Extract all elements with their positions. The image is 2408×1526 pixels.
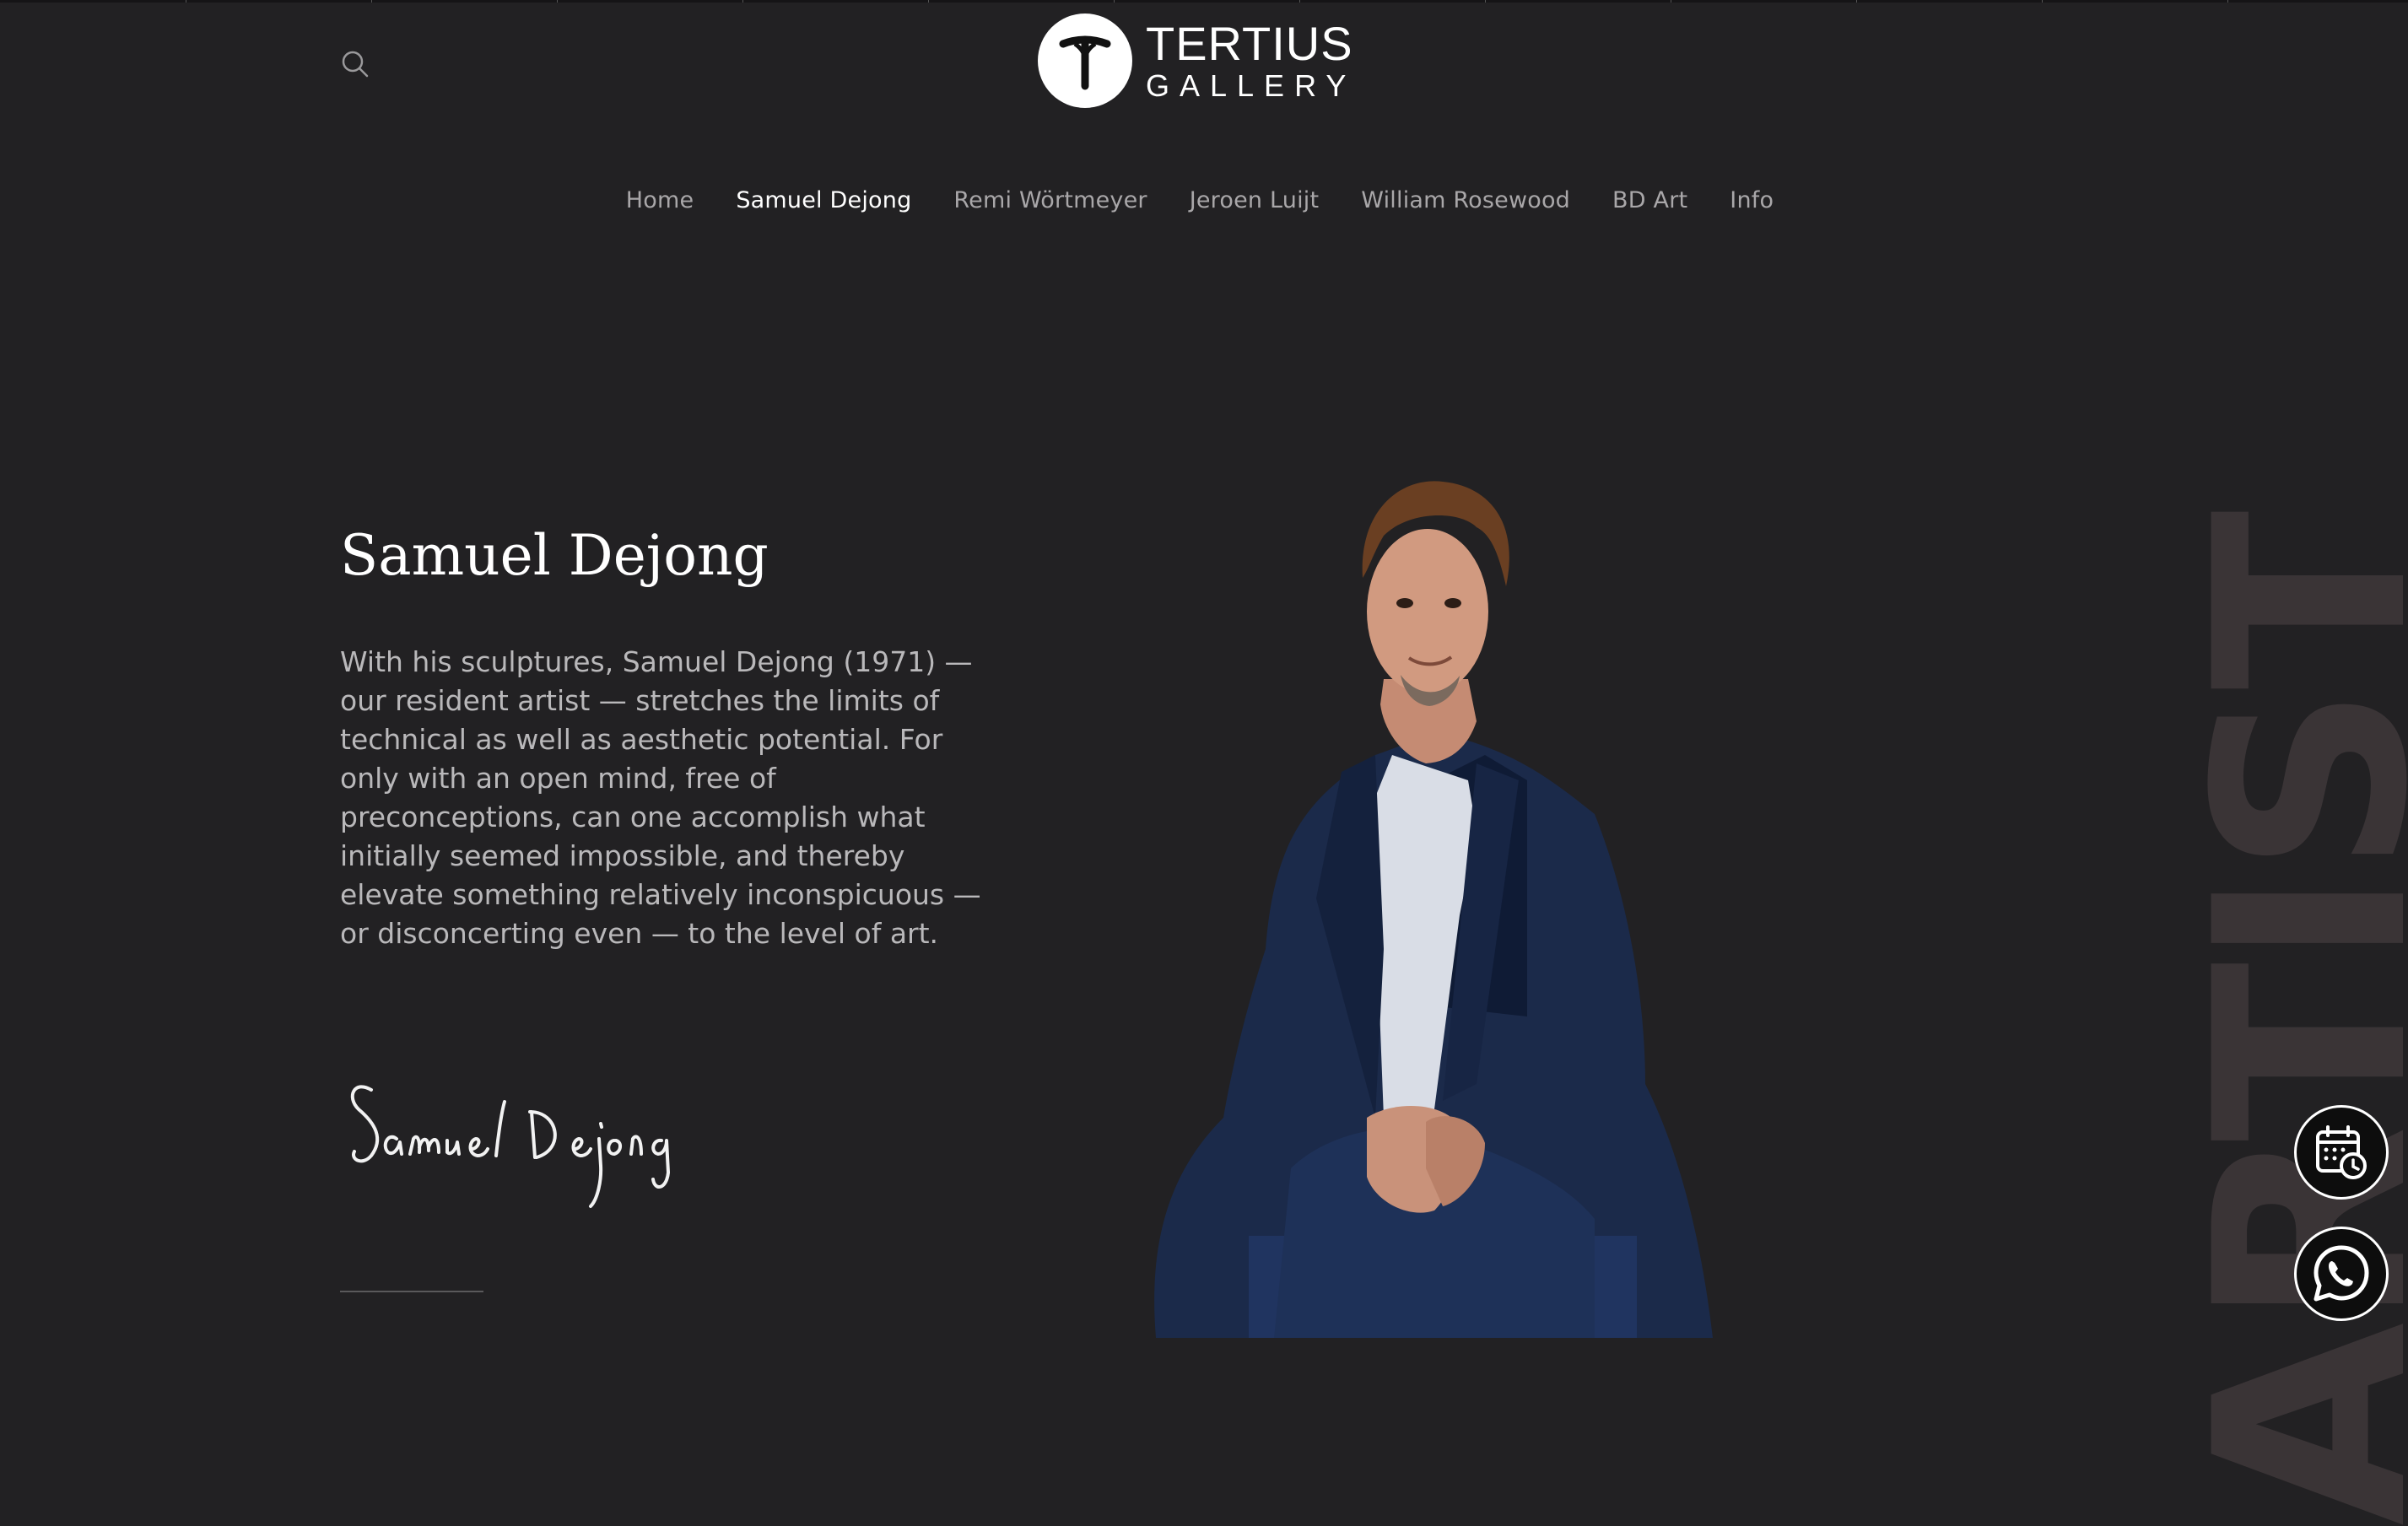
logo-title: TERTIUS [1146, 17, 1353, 70]
whatsapp-button[interactable] [2294, 1227, 2389, 1321]
top-border [0, 0, 2408, 3]
logo-subtitle: GALLERY [1146, 68, 1357, 103]
artist-side-word: ARTIST [2158, 515, 2408, 1526]
nav-item-jeroen-luijt[interactable]: Jeroen Luijt [1190, 187, 1320, 213]
artist-bio: With his sculptures, Samuel Dejong (1971… [340, 645, 981, 950]
logo-t-icon [1038, 13, 1132, 108]
nav-item-samuel-dejong[interactable]: Samuel Dejong [736, 187, 911, 213]
calendar-button[interactable] [2294, 1105, 2389, 1200]
artist-name-heading: Samuel Dejong [340, 523, 769, 588]
site-logo[interactable]: TERTIUS GALLERY [1038, 12, 1356, 110]
search-icon[interactable] [340, 49, 370, 79]
nav-item-remi-wortmeyer[interactable]: Remi Wörtmeyer [953, 187, 1147, 213]
nav-item-bd-art[interactable]: BD Art [1612, 187, 1687, 213]
divider [340, 1291, 483, 1292]
artist-signature [337, 1071, 709, 1223]
calendar-clock-icon [2316, 1125, 2367, 1179]
main-nav: Home Samuel Dejong Remi Wörtmeyer Jeroen… [0, 187, 2408, 213]
nav-item-info[interactable]: Info [1730, 187, 1774, 213]
logo-wordmark: TERTIUS GALLERY [1146, 20, 1356, 101]
nav-item-home[interactable]: Home [626, 187, 694, 213]
artist-portrait [1122, 477, 1738, 1338]
whatsapp-icon [2314, 1245, 2369, 1302]
nav-item-william-rosewood[interactable]: William Rosewood [1361, 187, 1570, 213]
